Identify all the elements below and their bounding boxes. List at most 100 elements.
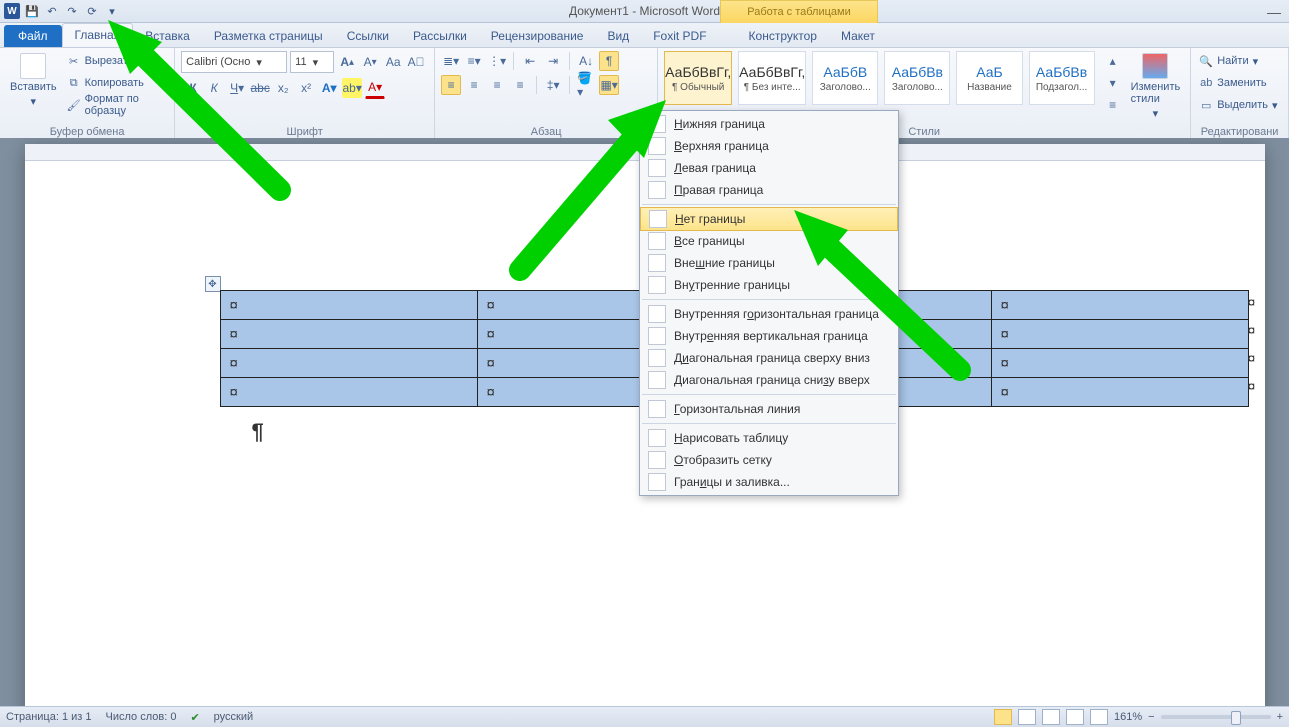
find-button[interactable]: 🔍Найти ▾ — [1197, 51, 1260, 71]
increase-indent-icon[interactable]: ⇥ — [543, 51, 563, 71]
paste-button[interactable]: Вставить ▾ — [6, 51, 61, 110]
tab-insert[interactable]: Вставка — [133, 25, 202, 47]
tab-home[interactable]: Главная — [62, 23, 134, 47]
print-layout-view-icon[interactable] — [994, 709, 1012, 725]
menu-item[interactable]: Нижняя граница — [640, 113, 898, 135]
styles-row-down-icon[interactable]: ▾ — [1103, 73, 1123, 93]
tab-mailings[interactable]: Рассылки — [401, 25, 479, 47]
status-words[interactable]: Число слов: 0 — [106, 711, 177, 723]
bullets-icon[interactable]: ≣▾ — [441, 51, 461, 71]
italic-icon[interactable]: К — [204, 78, 224, 98]
draft-view-icon[interactable] — [1090, 709, 1108, 725]
numbering-icon[interactable]: ≡▾ — [464, 51, 484, 71]
menu-item[interactable]: Нарисовать таблицу — [640, 427, 898, 449]
menu-item[interactable]: Все границы — [640, 230, 898, 252]
status-page[interactable]: Страница: 1 из 1 — [6, 711, 92, 723]
tab-file[interactable]: Файл — [4, 25, 62, 47]
sort-icon[interactable]: A↓ — [576, 51, 596, 71]
text-effects-icon[interactable]: A▾ — [319, 78, 339, 98]
tab-review[interactable]: Рецензирование — [479, 25, 596, 47]
menu-separator — [642, 204, 896, 205]
font-name-combo[interactable]: Calibri (Осно▾ — [181, 51, 287, 73]
menu-item[interactable]: Верхняя граница — [640, 135, 898, 157]
app-icon[interactable]: W — [4, 3, 20, 19]
zoom-out-icon[interactable]: − — [1148, 711, 1154, 723]
cut-button[interactable]: ✂Вырезать — [65, 51, 169, 71]
tab-table-layout[interactable]: Макет — [829, 25, 887, 47]
superscript-icon[interactable]: x² — [296, 78, 316, 98]
change-case-icon[interactable]: Aa — [383, 52, 403, 72]
styles-row-up-icon[interactable]: ▴ — [1103, 51, 1123, 71]
highlight-icon[interactable]: ab▾ — [342, 78, 362, 98]
zoom-in-icon[interactable]: + — [1277, 711, 1283, 723]
style-item[interactable]: АаБбВЗаголово... — [812, 51, 878, 105]
tab-references[interactable]: Ссылки — [335, 25, 401, 47]
change-styles-button[interactable]: Изменитьстили▾ — [1127, 51, 1185, 122]
status-proofing-icon[interactable]: ✔ — [190, 711, 199, 724]
style-item[interactable]: АаБбВвПодзагол... — [1029, 51, 1095, 105]
menu-item[interactable]: Внутренние границы — [640, 274, 898, 296]
undo-icon[interactable]: ↶ — [44, 3, 60, 19]
grow-font-icon[interactable]: A▴ — [337, 52, 357, 72]
redo-icon[interactable]: ↷ — [64, 3, 80, 19]
table-move-handle[interactable]: ✥ — [205, 276, 221, 292]
refresh-icon[interactable]: ⟳ — [84, 3, 100, 19]
menu-item[interactable]: Границы и заливка... — [640, 471, 898, 493]
select-button[interactable]: ▭Выделить ▾ — [1197, 95, 1279, 115]
multilevel-icon[interactable]: ⋮▾ — [487, 51, 507, 71]
style-item[interactable]: АаБбВвЗаголово... — [884, 51, 950, 105]
menu-item[interactable]: Внутренняя горизонтальная граница — [640, 303, 898, 325]
show-marks-icon[interactable]: ¶ — [599, 51, 619, 71]
fullscreen-view-icon[interactable] — [1018, 709, 1036, 725]
status-language[interactable]: русский — [214, 711, 253, 723]
menu-item[interactable]: Нет границы — [640, 207, 898, 231]
menu-item-label: Диагональная граница снизу вверх — [674, 373, 870, 387]
group-paragraph: ≣▾ ≡▾ ⋮▾ ⇤ ⇥ A↓ ¶ ≡ ≡ ≡ ≡ ‡▾ 🪣▾ ▦▾ — [435, 48, 658, 140]
menu-item[interactable]: Диагональная граница сверху вниз — [640, 347, 898, 369]
align-left-icon[interactable]: ≡ — [441, 75, 461, 95]
underline-icon[interactable]: Ч▾ — [227, 78, 247, 98]
clear-formatting-icon[interactable]: A⃠ — [406, 52, 426, 72]
line-spacing-icon[interactable]: ‡▾ — [543, 75, 563, 95]
decrease-indent-icon[interactable]: ⇤ — [520, 51, 540, 71]
format-painter-button[interactable]: 🖌Формат по образцу — [65, 95, 169, 115]
justify-icon[interactable]: ≡ — [510, 75, 530, 95]
strike-icon[interactable]: abc — [250, 78, 270, 98]
tab-layout[interactable]: Разметка страницы — [202, 25, 335, 47]
style-item[interactable]: АаБНазвание — [956, 51, 1022, 105]
align-right-icon[interactable]: ≡ — [487, 75, 507, 95]
style-item[interactable]: АаБбВвГг,¶ Без инте... — [738, 51, 806, 105]
save-icon[interactable]: 💾 — [24, 3, 40, 19]
align-center-icon[interactable]: ≡ — [464, 75, 484, 95]
menu-item[interactable]: Левая граница — [640, 157, 898, 179]
menu-item[interactable]: Диагональная граница снизу вверх — [640, 369, 898, 391]
menu-item[interactable]: Горизонтальная линия — [640, 398, 898, 420]
menu-item-label: Границы и заливка... — [674, 475, 790, 489]
copy-button[interactable]: ⧉Копировать — [65, 73, 169, 93]
styles-more-icon[interactable]: ≡ — [1103, 95, 1123, 115]
shrink-font-icon[interactable]: A▾ — [360, 52, 380, 72]
menu-item[interactable]: Правая граница — [640, 179, 898, 201]
qat-more-icon[interactable]: ▾ — [104, 3, 120, 19]
font-size-combo[interactable]: 11▾ — [290, 51, 334, 73]
menu-item[interactable]: Внутренняя вертикальная граница — [640, 325, 898, 347]
menu-item[interactable]: Отобразить сетку — [640, 449, 898, 471]
tab-view[interactable]: Вид — [595, 25, 641, 47]
zoom-slider[interactable] — [1161, 715, 1271, 719]
subscript-icon[interactable]: x₂ — [273, 78, 293, 98]
zoom-label[interactable]: 161% — [1114, 711, 1142, 723]
minimize-icon[interactable]: — — [1267, 4, 1281, 20]
outline-view-icon[interactable] — [1066, 709, 1084, 725]
replace-button[interactable]: abЗаменить — [1197, 73, 1268, 93]
bold-icon[interactable]: Ж — [181, 78, 201, 98]
borders-icon[interactable]: ▦▾ — [599, 75, 619, 95]
shading-icon[interactable]: 🪣▾ — [576, 75, 596, 95]
menu-item[interactable]: Внешние границы — [640, 252, 898, 274]
zoom-thumb[interactable] — [1231, 711, 1241, 725]
style-sample: АаБбВв — [892, 64, 943, 80]
style-item[interactable]: АаБбВвГг,¶ Обычный — [664, 51, 732, 105]
font-color-icon[interactable]: A▾ — [365, 77, 385, 99]
tab-design[interactable]: Конструктор — [737, 25, 829, 47]
tab-foxit[interactable]: Foxit PDF — [641, 25, 718, 47]
web-view-icon[interactable] — [1042, 709, 1060, 725]
